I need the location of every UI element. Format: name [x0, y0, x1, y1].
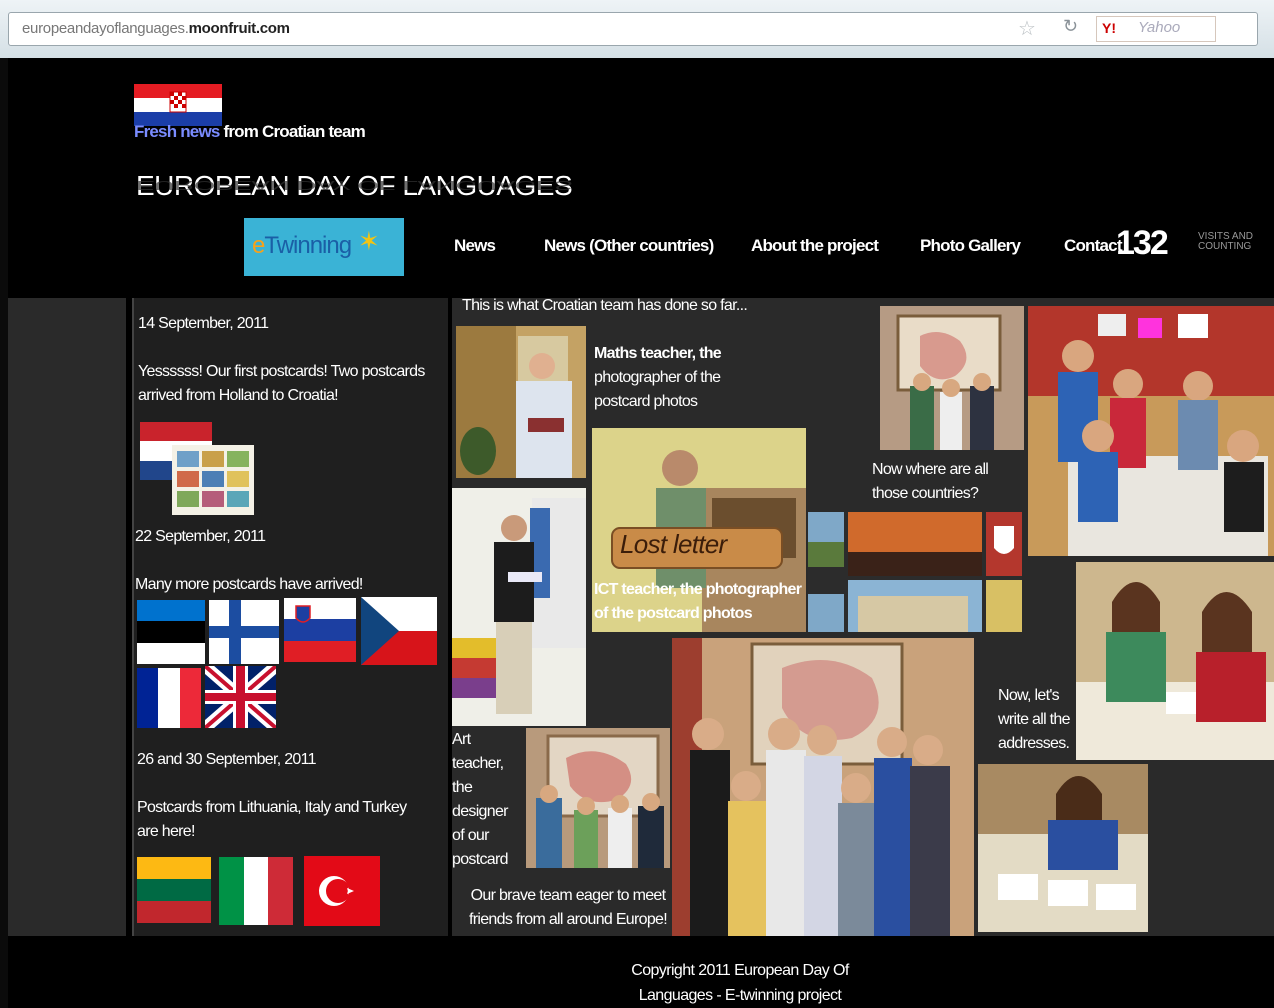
etwinning-logo-text: eTwinning: [252, 232, 352, 260]
student-addresses-photo[interactable]: [978, 764, 1148, 932]
students-writing-photo[interactable]: [1076, 562, 1274, 760]
news-date-3: 26 and 30 September, 2011: [137, 751, 317, 768]
search-engine-label: Yahoo: [1138, 19, 1181, 36]
postcard-photo[interactable]: [172, 445, 254, 515]
finland-flag: [209, 600, 279, 664]
caption-maths-bold: Maths teacher, the: [594, 345, 722, 362]
nav-news[interactable]: News: [454, 236, 496, 256]
visit-counter-caption: VISITS AND COUNTING: [1198, 231, 1254, 252]
footer-copyright: Copyright 2011 European Day Of Languages…: [631, 962, 849, 1004]
map-search-photo[interactable]: [880, 306, 1024, 450]
caption-team: Our brave team eager to meet friends fro…: [469, 887, 668, 928]
news-text-2: Many more postcards have arrived!: [135, 576, 363, 593]
caption-maths-rest: photographer of the postcard photos: [594, 369, 721, 410]
fresh-news-rest: from Croatian team: [219, 122, 365, 141]
url-text[interactable]: europeandayoflanguages.moonfruit.com: [22, 20, 290, 37]
nav-about-project[interactable]: About the project: [751, 236, 879, 256]
news-text-1: Yessssss! Our first postcards! Two postc…: [138, 363, 425, 404]
url-prefix: europeandayoflanguages.: [22, 20, 189, 37]
town-collage-photo[interactable]: [808, 512, 1022, 632]
news-date-2: 22 September, 2011: [135, 528, 266, 545]
czech-flag: [361, 597, 437, 665]
yahoo-logo-icon: Y!: [1102, 20, 1116, 36]
italy-flag: [219, 857, 293, 925]
croatian-flag: [134, 84, 222, 126]
caption-ict-teacher: ICT teacher, the photographer of the pos…: [594, 581, 802, 622]
france-flag: [137, 668, 201, 728]
lithuania-flag: [137, 857, 211, 923]
etwinning-stars-icon: ✶: [358, 226, 380, 256]
nav-contact[interactable]: Contact: [1064, 236, 1122, 256]
map-kids-photo[interactable]: [526, 728, 670, 868]
uk-flag: [205, 666, 276, 728]
star-icon[interactable]: ☆: [1018, 16, 1036, 41]
gallery-heading: This is what Croatian team has done so f…: [462, 297, 748, 314]
news-text-3: Postcards from Lithuania, Italy and Turk…: [137, 799, 407, 840]
students-table-photo[interactable]: [1028, 306, 1274, 556]
url-domain: moonfruit.com: [188, 20, 290, 37]
caption-maths-teacher: Maths teacher, the photographer of the p…: [594, 342, 734, 414]
estonia-flag: [137, 600, 205, 664]
left-sidebar: [8, 298, 126, 936]
team-group-photo[interactable]: [672, 638, 974, 936]
caption-where-countries: Now where are all those countries?: [872, 461, 989, 502]
fresh-news-link[interactable]: Fresh news from Croatian team: [134, 122, 366, 142]
etwinning-e: e: [252, 232, 265, 259]
caption-art-teacher: Art teacher, the designer of our postcar…: [452, 731, 508, 868]
art-teacher-photo[interactable]: [452, 488, 586, 726]
news-date-1: 14 September, 2011: [138, 315, 269, 332]
maths-teacher-photo[interactable]: [456, 326, 586, 478]
turkey-flag: [304, 856, 380, 926]
fresh-news-highlight: Fresh news: [134, 122, 220, 141]
caption-write-addresses: Now, let's write all the addresses.: [998, 687, 1071, 752]
reload-icon[interactable]: ↻: [1063, 16, 1078, 37]
lost-letter-sign: Lost letter: [620, 529, 727, 559]
page-title-reflection: EUROPEAN DAY OF LANGUAGES: [136, 178, 573, 192]
slovenia-flag: [284, 598, 356, 662]
nav-news-other-countries[interactable]: News (Other countries): [544, 236, 714, 256]
nav-photo-gallery[interactable]: Photo Gallery: [920, 236, 1021, 256]
visit-counter: 132: [1116, 224, 1169, 262]
etwinning-rest: Twinning: [264, 232, 352, 259]
